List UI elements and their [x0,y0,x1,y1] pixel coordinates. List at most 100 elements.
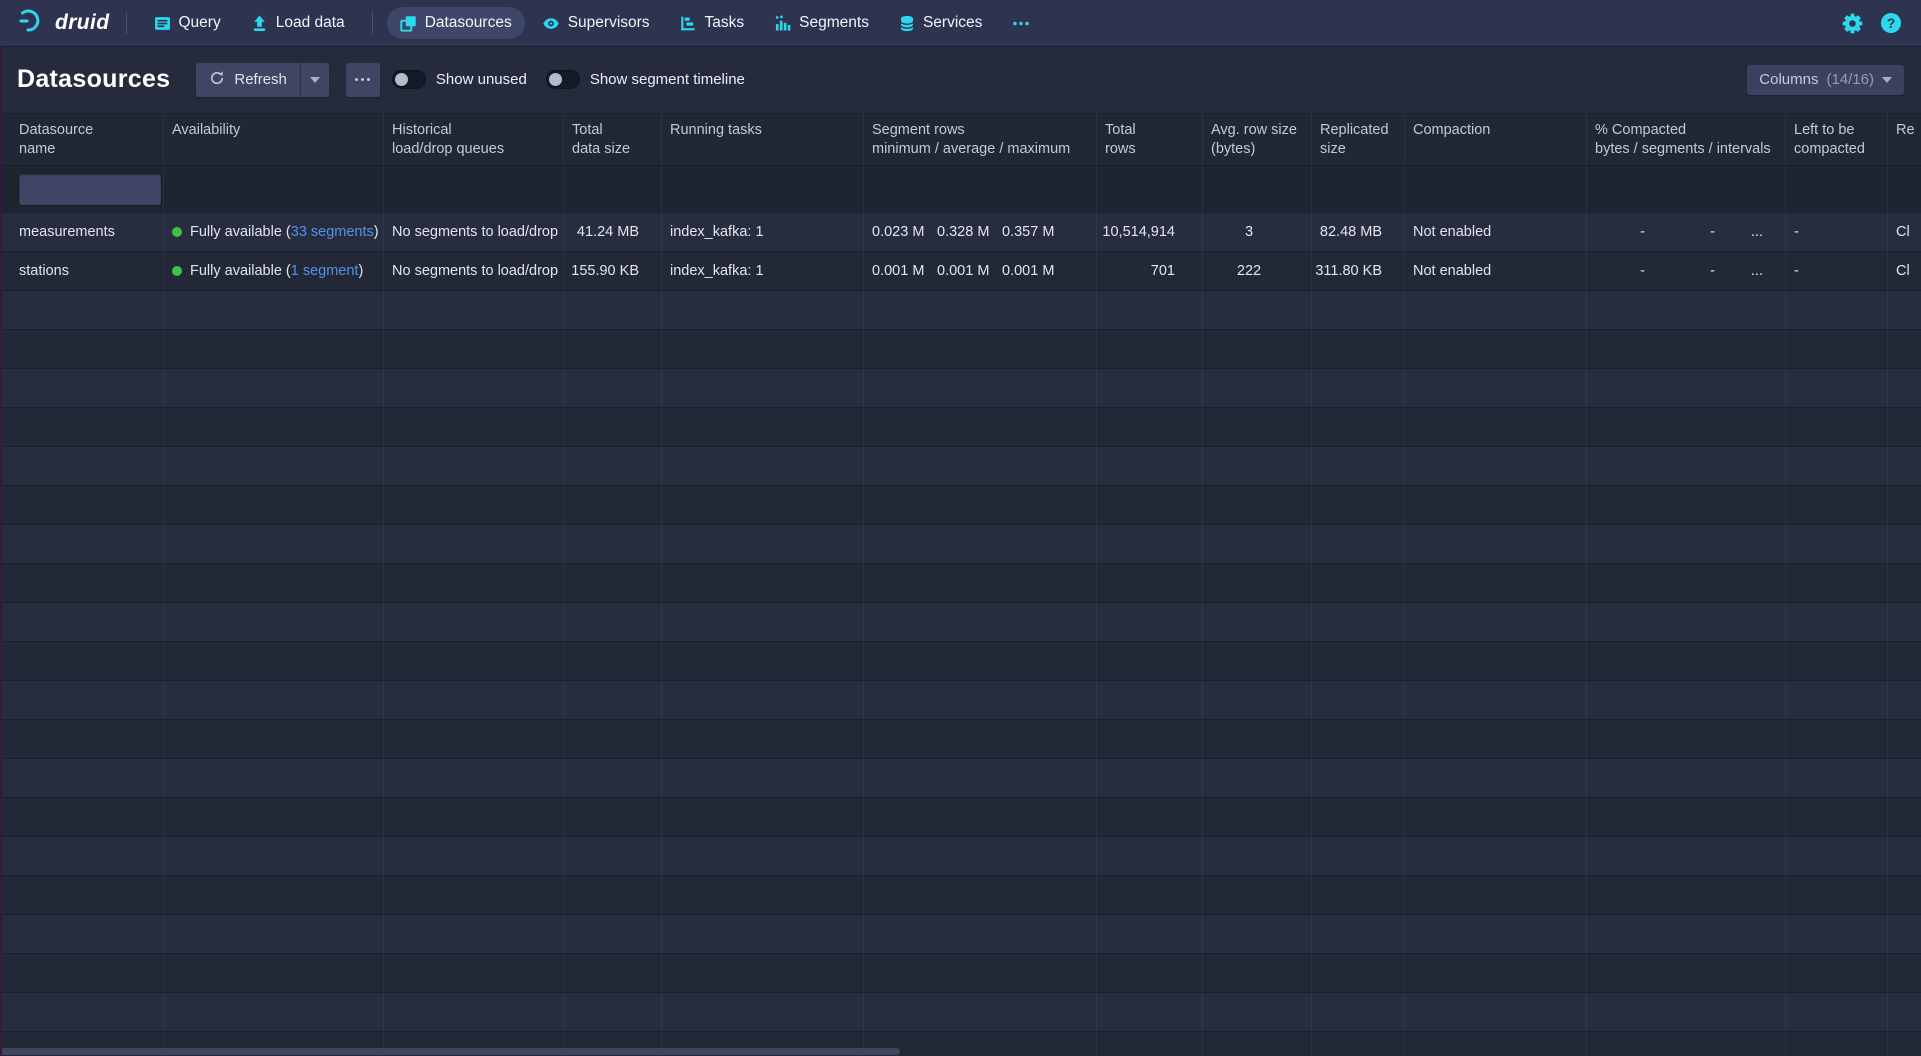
empty-cell [1405,993,1587,1031]
column-header-load-drop[interactable]: Historical load/drop queues [384,114,564,165]
sub-value: 0.023 M [872,224,937,240]
column-header-name[interactable]: Datasource name [0,114,164,165]
datasource-filter-input[interactable] [19,174,161,205]
column-header-segment-rows[interactable]: Segment rows minimum / average / maximum [864,114,1097,165]
column-header-total-size[interactable]: Total data size [564,114,662,165]
column-header-retention[interactable]: Re [1888,114,1921,165]
empty-cell [1203,486,1312,524]
help-icon[interactable]: ? [1881,13,1901,33]
filter-cell-left-compacted [1786,166,1888,213]
empty-cell [564,798,662,836]
empty-cell [864,369,1097,407]
nav-item-load-data[interactable]: Load data [238,7,358,39]
column-header-label: Avg. row size (bytes) [1211,122,1297,157]
show-segment-timeline-toggle[interactable]: Show segment timeline [546,70,745,89]
nav-item-datasources[interactable]: Datasources [387,7,525,39]
more-actions-button[interactable] [346,63,380,97]
empty-row [0,369,1921,408]
empty-row [0,603,1921,642]
empty-cell [384,525,564,563]
empty-cell [662,486,864,524]
empty-cell [1786,681,1888,719]
empty-cell [384,486,564,524]
nav-item-tasks[interactable]: Tasks [667,7,758,39]
refresh-dropdown-button[interactable] [300,63,329,97]
empty-cell [1097,525,1203,563]
empty-cell [564,447,662,485]
empty-cell [0,291,164,329]
cell-avg-row-size: 3 [1203,213,1312,251]
columns-button[interactable]: Columns (14/16) [1747,65,1904,95]
nav-item-segments[interactable]: Segments [761,7,882,39]
datasources-table: Datasource nameAvailabilityHistorical lo… [0,113,1921,1056]
cell-left-compacted: - [1786,213,1888,251]
column-header-running-tasks[interactable]: Running tasks [662,114,864,165]
column-header-total-rows[interactable]: Total rows [1097,114,1203,165]
empty-cell [1405,291,1587,329]
empty-cell [1097,447,1203,485]
empty-cell [1888,954,1921,992]
empty-cell [1312,954,1405,992]
column-header-avg-row-size[interactable]: Avg. row size (bytes) [1203,114,1312,165]
horizontal-scrollbar[interactable] [0,1048,900,1055]
empty-cell [1097,876,1203,914]
refresh-button[interactable]: Refresh [196,63,300,97]
empty-cell [384,291,564,329]
table-row-measurements[interactable]: measurementsFully available (33 segments… [0,213,1921,252]
column-header-compaction[interactable]: Compaction [1405,114,1587,165]
empty-cell [164,993,384,1031]
druid-logo[interactable]: druid [14,7,114,39]
ellipsis-icon [355,78,358,81]
empty-cell [564,993,662,1031]
empty-cell [1203,330,1312,368]
empty-cell [384,447,564,485]
empty-cell [1203,369,1312,407]
empty-row [0,291,1921,330]
empty-cell [1587,603,1786,641]
empty-row [0,993,1921,1032]
table-filter-row [0,165,1921,213]
cell-pct-compacted: --... [1587,252,1786,290]
empty-cell [662,369,864,407]
empty-cell [564,330,662,368]
show-unused-toggle[interactable]: Show unused [392,70,527,89]
empty-cell [1405,954,1587,992]
empty-cell [662,642,864,680]
empty-cell [1405,330,1587,368]
segments-link[interactable]: 33 segments [291,224,374,240]
empty-cell [1312,486,1405,524]
empty-cell [1203,720,1312,758]
empty-cell [1097,915,1203,953]
empty-cell [1587,642,1786,680]
column-header-left-compacted[interactable]: Left to be compacted [1786,114,1888,165]
empty-cell [864,681,1097,719]
empty-row [0,681,1921,720]
empty-cell [1312,720,1405,758]
empty-cell [1587,837,1786,875]
table-row-stations[interactable]: stationsFully available (1 segment)No se… [0,252,1921,291]
empty-row [0,564,1921,603]
empty-cell [1888,759,1921,797]
empty-cell [864,408,1097,446]
nav-item-supervisors[interactable]: Supervisors [529,7,663,39]
empty-cell [1097,954,1203,992]
sub-value: 0.001 M [1002,263,1067,279]
nav-item-query[interactable]: Query [141,7,234,39]
empty-cell [1587,369,1786,407]
empty-cell [1587,720,1786,758]
gear-icon[interactable] [1842,13,1863,34]
empty-cell [164,837,384,875]
empty-cell [662,798,864,836]
empty-row [0,486,1921,525]
column-header-availability[interactable]: Availability [164,114,384,165]
nav-more-button[interactable] [999,8,1043,39]
empty-cell [564,564,662,602]
column-header-replicated[interactable]: Replicated size [1312,114,1405,165]
empty-cell [864,720,1097,758]
nav-item-services[interactable]: Services [886,7,995,39]
segments-link[interactable]: 1 segment [291,263,359,279]
availability-text: ) [374,224,379,240]
filter-cell-retention [1888,166,1921,213]
column-header-pct-compacted[interactable]: % Compacted bytes / segments / intervals [1587,114,1786,165]
sub-value: - [1595,263,1645,279]
